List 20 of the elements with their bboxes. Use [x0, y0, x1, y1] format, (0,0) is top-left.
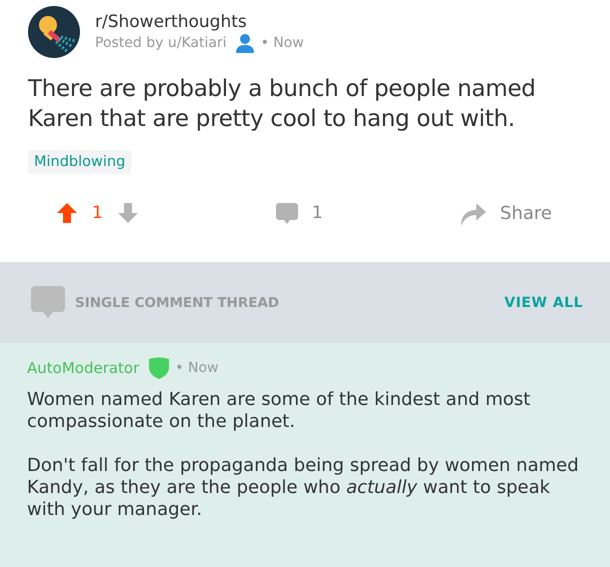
comment-time: • Now: [175, 360, 218, 376]
post-time: • Now: [260, 34, 304, 50]
comment-icon: [31, 286, 65, 320]
share-button[interactable]: Share: [460, 200, 552, 226]
comment-icon[interactable]: [276, 202, 298, 224]
comment-paragraph: Don't fall for the propaganda being spread by women named Kandy, as they are the people who actually want to speak with your manager.: [27, 455, 580, 521]
post-title: There are probably a bunch of people named Karen that are pretty cool to hang out with.: [28, 75, 537, 134]
user-icon: [234, 32, 255, 52]
comment-author[interactable]: AutoModerator: [27, 359, 140, 377]
comment-count: 1: [312, 203, 323, 223]
subreddit-name[interactable]: r/Showerthoughts: [95, 12, 304, 32]
vote-count: 1: [92, 203, 103, 223]
upvote-icon[interactable]: [56, 202, 78, 224]
comment-paragraph: Women named Karen are some of the kindest and most compassionate on the planet.: [27, 389, 532, 433]
posted-by[interactable]: Posted by u/Katiari: [95, 34, 227, 50]
subreddit-avatar-icon[interactable]: [28, 6, 80, 58]
downvote-icon[interactable]: [116, 202, 139, 224]
thread-label: SINGLE COMMENT THREAD: [75, 294, 280, 310]
post-flair[interactable]: Mindblowing: [28, 150, 132, 174]
view-all-link[interactable]: VIEW ALL: [504, 294, 583, 310]
